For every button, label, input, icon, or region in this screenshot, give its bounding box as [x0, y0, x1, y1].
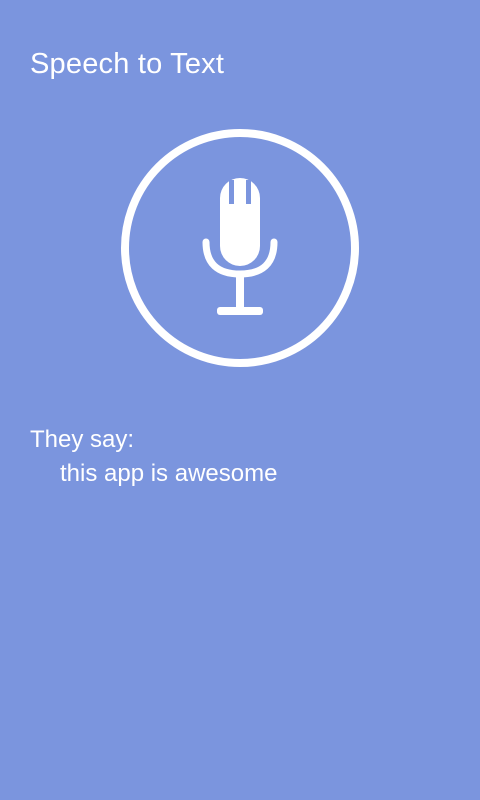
microphone-icon	[121, 129, 359, 367]
recognized-text: this app is awesome	[60, 460, 278, 487]
microphone-button[interactable]	[120, 128, 360, 368]
result-label: They say:	[30, 426, 135, 453]
page-title: Speech to Text	[30, 48, 225, 80]
